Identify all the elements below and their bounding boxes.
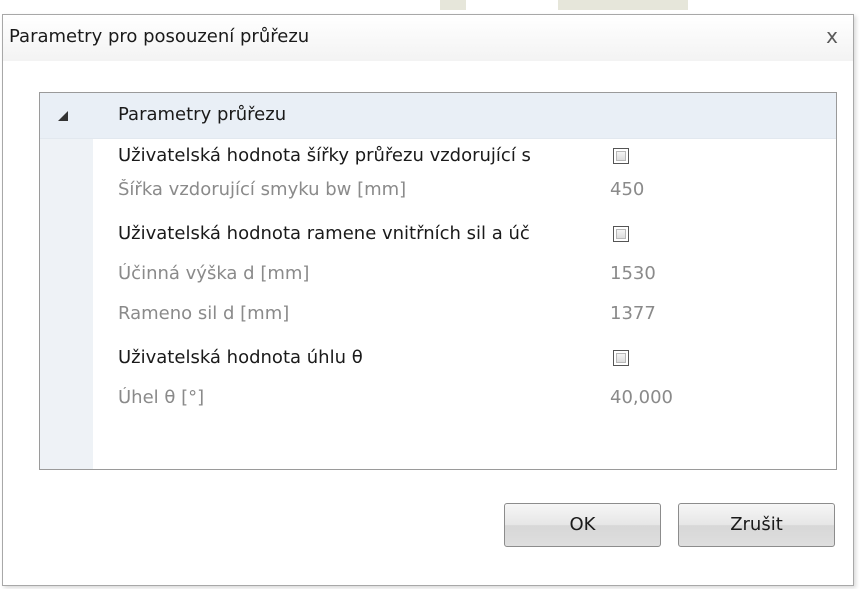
property-row-lever-arm: Rameno sil d [mm] 1377 — [93, 298, 836, 332]
category-row[interactable]: Parametry průřezu — [40, 93, 836, 139]
user-angle-checkbox[interactable] — [613, 350, 629, 366]
collapse-triangle-icon[interactable] — [56, 109, 70, 123]
shear-width-value: 450 — [610, 179, 645, 200]
lever-arm-value: 1377 — [610, 303, 656, 324]
property-label: Šířka vzdorující smyku bw [mm] — [118, 179, 407, 200]
grid-gutter — [40, 93, 93, 469]
property-row-shear-width-bw: Šířka vzdorující smyku bw [mm] 450 — [93, 174, 836, 208]
section-parameters-dialog: Parametry pro posouzení průřezu x Parame… — [2, 14, 854, 586]
property-row-user-angle: Uživatelská hodnota úhlu θ — [93, 342, 836, 376]
background-fragment — [558, 0, 688, 10]
property-row-user-shear-width: Uživatelská hodnota šířky průřezu vzdoru… — [93, 140, 836, 174]
dialog-titlebar: Parametry pro posouzení průřezu x — [3, 15, 853, 61]
property-label: Rameno sil d [mm] — [118, 303, 290, 324]
property-label: Uživatelská hodnota ramene vnitřních sil… — [118, 223, 530, 244]
close-icon: x — [826, 24, 838, 48]
user-lever-arm-checkbox[interactable] — [613, 226, 629, 242]
cancel-button[interactable]: Zrušit — [678, 503, 835, 547]
category-label: Parametry průřezu — [118, 104, 287, 125]
property-label: Uživatelská hodnota úhlu θ — [118, 347, 363, 368]
dialog-title: Parametry pro posouzení průřezu — [9, 26, 310, 47]
effective-depth-value: 1530 — [610, 263, 656, 284]
property-label: Uživatelská hodnota šířky průřezu vzdoru… — [118, 145, 531, 166]
angle-theta-value: 40,000 — [610, 387, 673, 408]
property-row-user-lever-arm: Uživatelská hodnota ramene vnitřních sil… — [93, 218, 836, 252]
user-shear-width-checkbox[interactable] — [613, 148, 629, 164]
property-row-effective-depth: Účinná výška d [mm] 1530 — [93, 258, 836, 292]
ok-button[interactable]: OK — [504, 503, 661, 547]
property-label: Úhel θ [°] — [118, 387, 205, 408]
close-button[interactable]: x — [819, 23, 845, 49]
property-grid: Parametry průřezu Uživatelská hodnota ší… — [39, 92, 837, 470]
property-label: Účinná výška d [mm] — [118, 263, 310, 284]
background-fragment — [440, 0, 466, 10]
property-row-angle-theta: Úhel θ [°] 40,000 — [93, 382, 836, 416]
